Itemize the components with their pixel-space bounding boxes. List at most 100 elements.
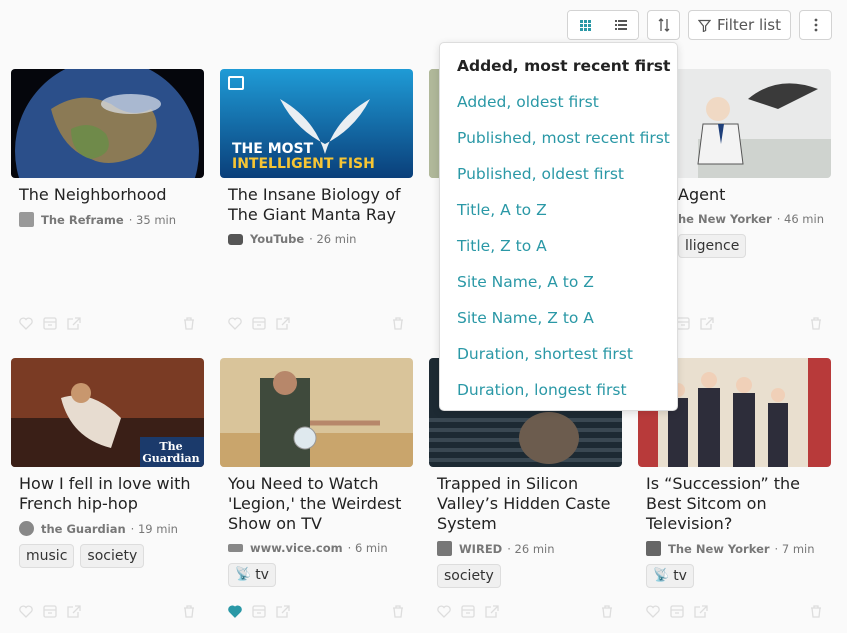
sort-option-title-za[interactable]: Title, Z to A xyxy=(440,228,677,264)
heart-icon[interactable] xyxy=(646,605,660,618)
grid-icon xyxy=(580,19,592,31)
grid-view-button[interactable] xyxy=(568,11,604,39)
tag-list: 📡 tv xyxy=(638,564,831,588)
archive-icon[interactable] xyxy=(670,605,684,618)
wired-favicon xyxy=(437,541,452,556)
card-meta: WIRED · 26 min xyxy=(429,541,622,556)
sort-option-title-az[interactable]: Title, A to Z xyxy=(440,192,677,228)
site-name: he New Yorker xyxy=(678,212,772,226)
tag-list: 📡 tv xyxy=(220,563,413,587)
external-link-icon[interactable] xyxy=(485,605,499,618)
site-name: The New Yorker xyxy=(668,541,770,556)
thumbnail xyxy=(11,69,204,178)
card-actions xyxy=(11,605,204,618)
more-vertical-icon xyxy=(814,18,817,32)
trash-icon[interactable] xyxy=(391,317,405,330)
tag-list: society xyxy=(429,564,622,588)
card-meta: www.vice.com · 6 min xyxy=(220,541,413,555)
trash-icon[interactable] xyxy=(809,605,823,618)
external-link-icon[interactable] xyxy=(67,317,81,330)
heart-icon[interactable] xyxy=(228,605,242,618)
card-meta: the Guardian · 19 min xyxy=(11,521,204,536)
card-title[interactable]: You Need to Watch 'Legion,' the Weirdest… xyxy=(220,474,413,534)
external-link-icon[interactable] xyxy=(694,605,708,618)
external-link-icon[interactable] xyxy=(276,605,290,618)
card-legion[interactable]: You Need to Watch 'Legion,' the Weirdest… xyxy=(220,358,413,618)
svg-text:INTELLIGENT FISH: INTELLIGENT FISH xyxy=(232,156,375,172)
sort-menu: Added, most recent first Added, oldest f… xyxy=(439,42,678,411)
sort-option-added-recent[interactable]: Added, most recent first xyxy=(440,48,677,84)
list-icon xyxy=(614,20,627,30)
sort-option-published-recent[interactable]: Published, most recent first xyxy=(440,120,677,156)
archive-icon[interactable] xyxy=(252,317,266,330)
site-name: WIRED xyxy=(459,541,503,556)
duration: · 19 min xyxy=(130,521,178,536)
card-the-neighborhood[interactable]: The Neighborhood The Reframe · 35 min xyxy=(11,69,204,330)
tag-list: music society xyxy=(11,544,204,568)
sort-option-added-oldest[interactable]: Added, oldest first xyxy=(440,84,677,120)
card-actions xyxy=(11,317,204,330)
external-link-icon[interactable] xyxy=(276,317,290,330)
tag-music[interactable]: music xyxy=(19,544,75,568)
site-favicon xyxy=(19,212,34,227)
sort-option-published-oldest[interactable]: Published, oldest first xyxy=(440,156,677,192)
tag-society[interactable]: society xyxy=(80,544,145,568)
archive-icon[interactable] xyxy=(43,317,57,330)
site-name: YouTube xyxy=(250,232,305,246)
duration: · 26 min xyxy=(309,232,357,246)
tag-tv[interactable]: 📡 tv xyxy=(228,563,276,587)
tag-society[interactable]: society xyxy=(437,564,501,588)
external-link-icon[interactable] xyxy=(67,605,81,618)
video-badge-icon xyxy=(228,76,244,90)
heart-icon[interactable] xyxy=(437,605,451,618)
site-name: the Guardian xyxy=(41,521,126,536)
thumbnail: THE MOST INTELLIGENT FISH xyxy=(220,69,413,178)
more-options-button[interactable] xyxy=(799,10,832,40)
filter-list-button[interactable]: Filter list xyxy=(688,10,791,40)
card-meta: YouTube · 26 min xyxy=(220,232,413,246)
sort-option-site-az[interactable]: Site Name, A to Z xyxy=(440,264,677,300)
trash-icon[interactable] xyxy=(809,317,823,330)
sort-option-site-za[interactable]: Site Name, Z to A xyxy=(440,300,677,336)
trash-icon[interactable] xyxy=(182,317,196,330)
card-actions xyxy=(638,605,831,618)
card-title[interactable]: Is “Succession” the Best Sitcom on Telev… xyxy=(638,474,831,534)
sort-option-duration-longest[interactable]: Duration, longest first xyxy=(440,372,677,408)
view-toggle xyxy=(567,10,640,40)
svg-text:Guardian: Guardian xyxy=(142,452,199,465)
card-title[interactable]: How I fell in love with French hip-hop xyxy=(11,474,204,514)
sort-option-duration-shortest[interactable]: Duration, shortest first xyxy=(440,336,677,372)
duration: · 46 min xyxy=(776,212,824,226)
tag-tv[interactable]: 📡 tv xyxy=(646,564,694,588)
duration: · 26 min xyxy=(507,541,555,556)
list-view-button[interactable] xyxy=(603,11,639,39)
tag[interactable]: lligence xyxy=(678,234,747,258)
card-manta-ray[interactable]: THE MOST INTELLIGENT FISH The Insane Biol… xyxy=(220,69,413,330)
youtube-favicon xyxy=(228,233,243,245)
card-french-hip-hop[interactable]: The Guardian How I fell in love with Fren… xyxy=(11,358,204,618)
sort-icon xyxy=(658,18,670,32)
satellite-icon: 📡 xyxy=(235,567,252,582)
trash-icon[interactable] xyxy=(391,605,405,618)
duration: · 35 min xyxy=(128,212,177,227)
vice-favicon xyxy=(228,544,243,552)
filter-icon xyxy=(698,19,712,32)
trash-icon[interactable] xyxy=(600,605,614,618)
heart-icon[interactable] xyxy=(19,317,33,330)
archive-icon[interactable] xyxy=(252,605,266,618)
archive-icon[interactable] xyxy=(43,605,57,618)
card-title[interactable]: Trapped in Silicon Valley’s Hidden Caste… xyxy=(429,474,622,534)
thumbnail: The Guardian xyxy=(11,358,204,467)
card-title[interactable]: The Neighborhood xyxy=(11,185,204,205)
sort-button[interactable] xyxy=(647,10,681,40)
site-name: The Reframe xyxy=(41,212,124,227)
card-title[interactable]: The Insane Biology of The Giant Manta Ra… xyxy=(220,185,413,225)
external-link-icon[interactable] xyxy=(700,317,714,330)
guardian-favicon xyxy=(19,521,34,536)
filter-list-label: Filter list xyxy=(717,16,781,34)
heart-icon[interactable] xyxy=(228,317,242,330)
heart-icon[interactable] xyxy=(19,605,33,618)
archive-icon[interactable] xyxy=(676,317,690,330)
trash-icon[interactable] xyxy=(182,605,196,618)
archive-icon[interactable] xyxy=(461,605,475,618)
